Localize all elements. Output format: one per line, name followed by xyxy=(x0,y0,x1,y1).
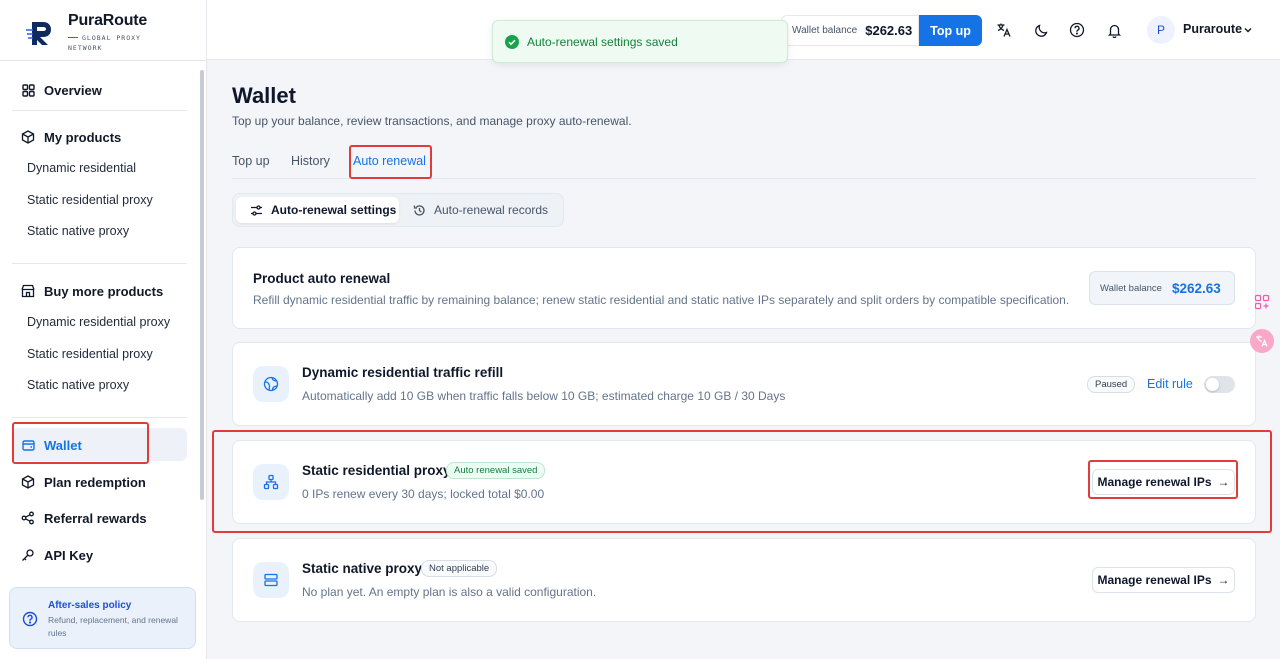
avatar[interactable]: P xyxy=(1147,16,1175,44)
tab-history[interactable]: History xyxy=(291,154,330,168)
sidebar-scroll-thumb[interactable] xyxy=(200,70,204,500)
wallet-icon xyxy=(20,437,36,453)
sidebar: PuraRoute GLOBAL PROXY NETWORK Overview M… xyxy=(0,0,207,659)
moon-icon[interactable] xyxy=(1030,19,1052,41)
wallet-balance-label: Wallet balance xyxy=(792,25,858,36)
manage-renewal-ips-button[interactable]: Manage renewal IPs → xyxy=(1092,567,1235,593)
sliders-icon xyxy=(251,204,262,216)
arrow-right-icon: → xyxy=(1217,573,1230,587)
sidebar-item-label: Overview xyxy=(44,82,102,98)
sidebar-item-label: Plan redemption xyxy=(44,474,146,490)
sidebar-item-api-key[interactable]: API Key xyxy=(20,547,220,563)
after-sales-desc: Refund, replacement, and renewal rules xyxy=(48,615,178,638)
top-up-button[interactable]: Top up xyxy=(919,15,982,46)
help-icon[interactable] xyxy=(1066,19,1088,41)
tab-top-up[interactable]: Top up xyxy=(232,154,270,168)
sidebar-item-buy-static-native[interactable]: Static native proxy xyxy=(0,378,200,392)
toggle-knob xyxy=(1206,378,1219,391)
wallet-balance-value: $262.63 xyxy=(1171,280,1221,296)
brand-tagline: GLOBAL PROXY NETWORK xyxy=(68,33,141,52)
edit-rule-link[interactable]: Edit rule xyxy=(1147,377,1193,391)
product-title: Dynamic residential traffic refill xyxy=(302,365,504,380)
sidebar-item-buy-static-residential[interactable]: Static residential proxy xyxy=(0,347,200,361)
user-name[interactable]: Puraroute xyxy=(1183,22,1242,36)
auto-refill-toggle[interactable] xyxy=(1204,376,1235,393)
summary-wallet-balance: Wallet balance $262.63 xyxy=(1089,271,1235,305)
summary-title: Product auto renewal xyxy=(253,271,391,286)
check-circle-icon xyxy=(505,34,519,49)
page-title: Wallet xyxy=(232,83,296,108)
product-desc: Automatically add 10 GB when traffic fal… xyxy=(302,389,786,403)
product-desc: No plan yet. An empty plan is also a val… xyxy=(302,585,597,599)
sidebar-item-wallet[interactable]: Wallet xyxy=(20,437,220,453)
help-circle-icon xyxy=(22,611,38,627)
sidebar-item-label: My products xyxy=(44,129,122,145)
sidebar-item-label: API Key xyxy=(44,547,94,563)
active-tab-underline xyxy=(353,177,424,179)
sidebar-divider xyxy=(12,417,187,418)
sidebar-item-label: Referral rewards xyxy=(44,510,147,526)
history-icon xyxy=(413,204,425,216)
sidebar-item-buy-more[interactable]: Buy more products xyxy=(20,283,220,299)
after-sales-card[interactable]: After-sales policy Refund, replacement, … xyxy=(9,587,196,649)
translate-icon[interactable] xyxy=(993,19,1015,41)
server-icon xyxy=(253,562,289,598)
sidebar-item-static-residential[interactable]: Static residential proxy xyxy=(0,193,200,207)
status-badge: Auto renewal saved xyxy=(446,462,546,479)
globe-icon xyxy=(253,366,289,402)
segment-label: Auto-renewal settings xyxy=(271,203,397,217)
logo-mark-icon xyxy=(26,22,51,45)
sidebar-item-label: Buy more products xyxy=(44,283,164,299)
cube-icon xyxy=(20,474,36,490)
header-wallet-balance: Wallet balance $262.63 xyxy=(781,15,919,46)
sidebar-divider xyxy=(12,110,187,111)
sidebar-item-plan-redemption[interactable]: Plan redemption xyxy=(20,474,220,490)
summary-desc: Refill dynamic residential traffic by re… xyxy=(253,293,1070,307)
segment-auto-renewal-records[interactable]: Auto-renewal records xyxy=(413,203,548,217)
wallet-balance-label: Wallet balance xyxy=(1100,282,1162,294)
translate-float-icon[interactable] xyxy=(1250,329,1274,353)
page-subtitle: Top up your balance, review transactions… xyxy=(232,114,632,128)
share-icon xyxy=(20,510,36,526)
product-desc: 0 IPs renew every 30 days; locked total … xyxy=(302,487,545,501)
toast-message: Auto-renewal settings saved xyxy=(527,34,678,49)
sidebar-divider xyxy=(0,60,206,61)
after-sales-title: After-sales policy xyxy=(48,600,132,611)
sidebar-item-overview[interactable]: Overview xyxy=(20,82,220,98)
shop-icon xyxy=(20,283,36,299)
sidebar-item-label: Wallet xyxy=(44,437,82,453)
key-icon xyxy=(20,547,36,563)
sidebar-item-buy-dynamic[interactable]: Dynamic residential proxy xyxy=(0,315,200,329)
manage-renewal-ips-button[interactable]: Manage renewal IPs → xyxy=(1092,469,1235,495)
app-root: PuraRoute GLOBAL PROXY NETWORK Overview M… xyxy=(0,0,1280,659)
qr-scan-icon[interactable] xyxy=(1250,290,1274,314)
brand-logo[interactable]: PuraRoute GLOBAL PROXY NETWORK xyxy=(26,10,147,54)
segment-label: Auto-renewal records xyxy=(434,203,549,217)
product-title: Static native proxy xyxy=(302,561,423,576)
chevron-down-icon[interactable] xyxy=(1242,24,1254,36)
sidebar-item-referral[interactable]: Referral rewards xyxy=(20,510,220,526)
sidebar-item-static-native[interactable]: Static native proxy xyxy=(0,224,200,238)
grid-icon xyxy=(20,82,36,98)
product-title: Static residential proxy xyxy=(302,463,451,478)
sidebar-item-my-products[interactable]: My products xyxy=(20,129,220,145)
status-badge: Not applicable xyxy=(421,560,498,577)
bell-icon[interactable] xyxy=(1103,19,1125,41)
sidebar-item-dynamic-residential[interactable]: Dynamic residential xyxy=(0,161,200,175)
brand-name: PuraRoute xyxy=(68,11,148,29)
success-toast: Auto-renewal settings saved xyxy=(492,20,788,63)
cube-icon xyxy=(20,129,36,145)
sidebar-divider xyxy=(12,263,187,264)
status-badge: Paused xyxy=(1087,376,1136,393)
arrow-right-icon: → xyxy=(1217,475,1230,489)
tab-auto-renewal[interactable]: Auto renewal xyxy=(353,154,426,168)
wallet-balance-value: $262.63 xyxy=(865,23,913,38)
segment-auto-renewal-settings[interactable]: Auto-renewal settings xyxy=(250,203,396,217)
network-icon xyxy=(253,464,289,500)
